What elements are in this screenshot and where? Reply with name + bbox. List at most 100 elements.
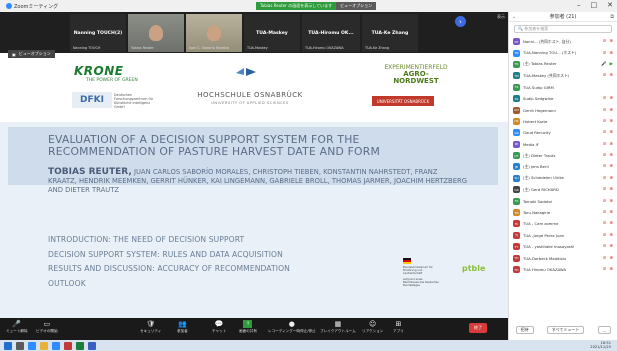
video-off-icon[interactable]: ⊗ bbox=[609, 164, 613, 169]
video-tile[interactable]: Juan C. Saborío Morales bbox=[186, 14, 242, 52]
more-button[interactable]: ... bbox=[597, 326, 612, 334]
mic-off-icon[interactable]: ⊘ bbox=[603, 119, 607, 124]
participant-row[interactable]: MI Media iF ⊘ ⊗ bbox=[509, 139, 617, 150]
video-tile[interactable]: Tobias Reuter bbox=[128, 14, 184, 52]
gallery-next-icon[interactable]: › bbox=[455, 16, 466, 27]
video-off-icon[interactable]: ⊗ bbox=[609, 130, 613, 135]
video-tile[interactable]: TUA-Maskey TUA-Maskey bbox=[244, 14, 300, 52]
view-button[interactable]: 表示 bbox=[497, 14, 505, 20]
participant-row[interactable]: TN TUA-Nanning TOU... (ホスト) ⊘ ⊗ bbox=[509, 47, 617, 58]
close-icon[interactable]: ✕ bbox=[607, 1, 613, 9]
video-off-icon[interactable]: ⊗ bbox=[609, 210, 613, 215]
view-options-button[interactable]: ビューオプション bbox=[336, 2, 377, 10]
powerpoint-icon[interactable] bbox=[64, 341, 72, 350]
participant-row[interactable]: TD TUA-Dorbeck Maddiolu ⊘ ⊗ bbox=[509, 252, 617, 263]
edge-icon[interactable] bbox=[28, 341, 36, 350]
participant-row[interactable]: JB (主) Jens Berll ⊘ ⊗ bbox=[509, 161, 617, 172]
mic-off-icon[interactable]: ⊘ bbox=[603, 39, 607, 44]
mic-off-icon[interactable]: ⊘ bbox=[603, 233, 607, 238]
participant-row[interactable]: TJ TUA -Jorge Perez Juan ⊘ ⊗ bbox=[509, 230, 617, 241]
video-off-icon[interactable]: ⊗ bbox=[609, 96, 613, 101]
minimize-icon[interactable]: – bbox=[577, 1, 581, 9]
video-off-icon[interactable]: ⊗ bbox=[609, 119, 613, 124]
excel-icon[interactable] bbox=[76, 341, 84, 350]
video-off-icon[interactable]: ⊗ bbox=[609, 199, 613, 204]
reactions-button[interactable]: ☺ リアクション bbox=[362, 320, 383, 334]
participant-row[interactable]: TH TUA Hiromu OKAZAWA ⊘ ⊗ bbox=[509, 264, 617, 275]
unmute-button[interactable]: 🎤 ミュート解除 bbox=[6, 320, 28, 334]
folder-icon[interactable] bbox=[40, 341, 48, 350]
mic-off-icon[interactable]: ⊘ bbox=[603, 199, 607, 204]
start-video-button[interactable]: ▭ ビデオの開始 bbox=[36, 320, 58, 334]
video-off-icon[interactable]: ⊗ bbox=[609, 267, 613, 272]
participant-row[interactable]: GR Goud Renucity ⊘ ⊗ bbox=[509, 127, 617, 138]
apps-button[interactable]: ⊞ アプリ bbox=[393, 320, 404, 334]
participant-row[interactable]: GR (主) Gerd RICHARD ⊘ ⊗ bbox=[509, 184, 617, 195]
video-off-icon[interactable]: ⊗ bbox=[609, 221, 613, 226]
video-off-icon[interactable]: ⊗ bbox=[609, 233, 613, 238]
security-button[interactable]: 🛡 セキュリティ bbox=[140, 320, 161, 334]
participant-row[interactable]: DT (主) Dieter Trautz ⊘ ⊗ bbox=[509, 150, 617, 161]
participant-row[interactable]: TR (主) Tobias Reuter 🎤 ▶ bbox=[509, 59, 617, 70]
video-off-icon[interactable]: ⊗ bbox=[609, 187, 613, 192]
participant-row[interactable]: TS TUA Sudip GIRM bbox=[509, 82, 617, 93]
mic-off-icon[interactable]: ⊘ bbox=[603, 164, 607, 169]
participant-row[interactable]: NT Nanni... (共同ホスト, 自分) ⊘ ⊗ bbox=[509, 36, 617, 47]
mic-off-icon[interactable]: ⊘ bbox=[603, 108, 607, 113]
share-screen-button[interactable]: ↑ 画面の共有 bbox=[239, 320, 257, 334]
mic-off-icon[interactable]: ⊘ bbox=[603, 210, 607, 215]
chat-button[interactable]: 💬 チャット bbox=[212, 320, 226, 334]
mic-off-icon[interactable]: ⊘ bbox=[603, 176, 607, 181]
participant-row[interactable]: SS Sudip Sedgwine ⊘ ⊗ bbox=[509, 93, 617, 104]
participant-row[interactable]: TN Toru Nakagirie ⊘ ⊗ bbox=[509, 207, 617, 218]
video-off-icon[interactable]: ⊗ bbox=[609, 244, 613, 249]
mic-off-icon[interactable]: ⊘ bbox=[603, 256, 607, 261]
mic-off-icon[interactable]: ⊘ bbox=[603, 267, 607, 272]
video-tile[interactable]: TUA-Hiromu OK... TUA-Hiromu OKAZAWA bbox=[302, 14, 360, 52]
video-tile[interactable]: Nanning TOUCH(2) Nanning TOUCH bbox=[70, 14, 126, 52]
participant-row[interactable]: GH Gerrit Hegemann ⊘ ⊗ bbox=[509, 104, 617, 115]
video-off-icon[interactable]: ⊗ bbox=[609, 142, 613, 147]
collapse-icon[interactable]: ⌄ bbox=[512, 14, 516, 20]
video-off-icon[interactable]: ⊗ bbox=[609, 256, 613, 261]
end-meeting-button[interactable]: 終了 bbox=[469, 323, 487, 333]
system-tray[interactable]: 16:51 2021/11/25 bbox=[590, 341, 611, 350]
share-banner[interactable]: Tobias Reuter の画面を表示しています ビューオプション bbox=[256, 2, 377, 10]
mic-off-icon[interactable]: ⊘ bbox=[603, 96, 607, 101]
search-icon[interactable] bbox=[16, 341, 24, 350]
mute-all-button[interactable]: すべてミュート bbox=[546, 326, 585, 334]
mic-off-icon[interactable]: ⊘ bbox=[603, 244, 607, 249]
participant-row[interactable]: SU (主) Schiedelen Ulrike ⊘ ⊗ bbox=[509, 173, 617, 184]
invite-button[interactable]: 招待 bbox=[515, 326, 534, 334]
mic-off-icon[interactable]: ⊘ bbox=[603, 51, 607, 56]
maximize-icon[interactable]: □ bbox=[591, 1, 598, 9]
mic-off-icon[interactable]: ⊘ bbox=[603, 187, 607, 192]
participant-row[interactable]: TC TUA - Cam zomme ⊘ ⊗ bbox=[509, 218, 617, 229]
mic-on-icon[interactable]: 🎤 bbox=[601, 62, 606, 67]
mic-off-icon[interactable]: ⊘ bbox=[603, 73, 607, 78]
video-off-icon[interactable]: ⊗ bbox=[609, 176, 613, 181]
video-off-icon[interactable]: ⊗ bbox=[609, 39, 613, 44]
start-icon[interactable] bbox=[4, 341, 12, 350]
recording-button[interactable]: ● レコーディング一時停止/停止 bbox=[268, 320, 316, 334]
zoom-icon[interactable] bbox=[52, 341, 60, 350]
video-tile[interactable]: TUA-Ke Zhang TUA-Ke Zhang bbox=[362, 14, 418, 52]
participant-row[interactable]: TM TUA-Maskey (共同ホスト) ⊘ ⊗ bbox=[509, 70, 617, 81]
video-off-icon[interactable]: ⊗ bbox=[609, 108, 613, 113]
popout-icon[interactable]: ⧉ bbox=[610, 14, 614, 20]
word-icon[interactable] bbox=[88, 341, 96, 350]
mic-off-icon[interactable]: ⊘ bbox=[603, 142, 607, 147]
video-off-icon[interactable]: ⊗ bbox=[609, 51, 613, 56]
participants-button[interactable]: 👥 参加者 bbox=[177, 320, 188, 334]
video-off-icon[interactable]: ⊗ bbox=[609, 153, 613, 158]
participant-row[interactable]: TS Tomoki Sadatoi ⊘ ⊗ bbox=[509, 195, 617, 206]
breakout-rooms-button[interactable]: ▦ ブレイクアウトルーム bbox=[320, 320, 356, 334]
mic-off-icon[interactable]: ⊘ bbox=[603, 130, 607, 135]
share-view-label[interactable]: ▣ ビューオプション bbox=[8, 50, 55, 58]
participant-row[interactable]: TY TUA - yoshitake masayoshi ⊘ ⊗ bbox=[509, 241, 617, 252]
mic-off-icon[interactable]: ⊘ bbox=[603, 153, 607, 158]
video-on-icon[interactable]: ▶ bbox=[610, 62, 613, 67]
participant-search-input[interactable]: 🔍 参加者を検索 bbox=[514, 25, 612, 33]
mic-off-icon[interactable]: ⊘ bbox=[603, 221, 607, 226]
video-off-icon[interactable]: ⊗ bbox=[609, 73, 613, 78]
